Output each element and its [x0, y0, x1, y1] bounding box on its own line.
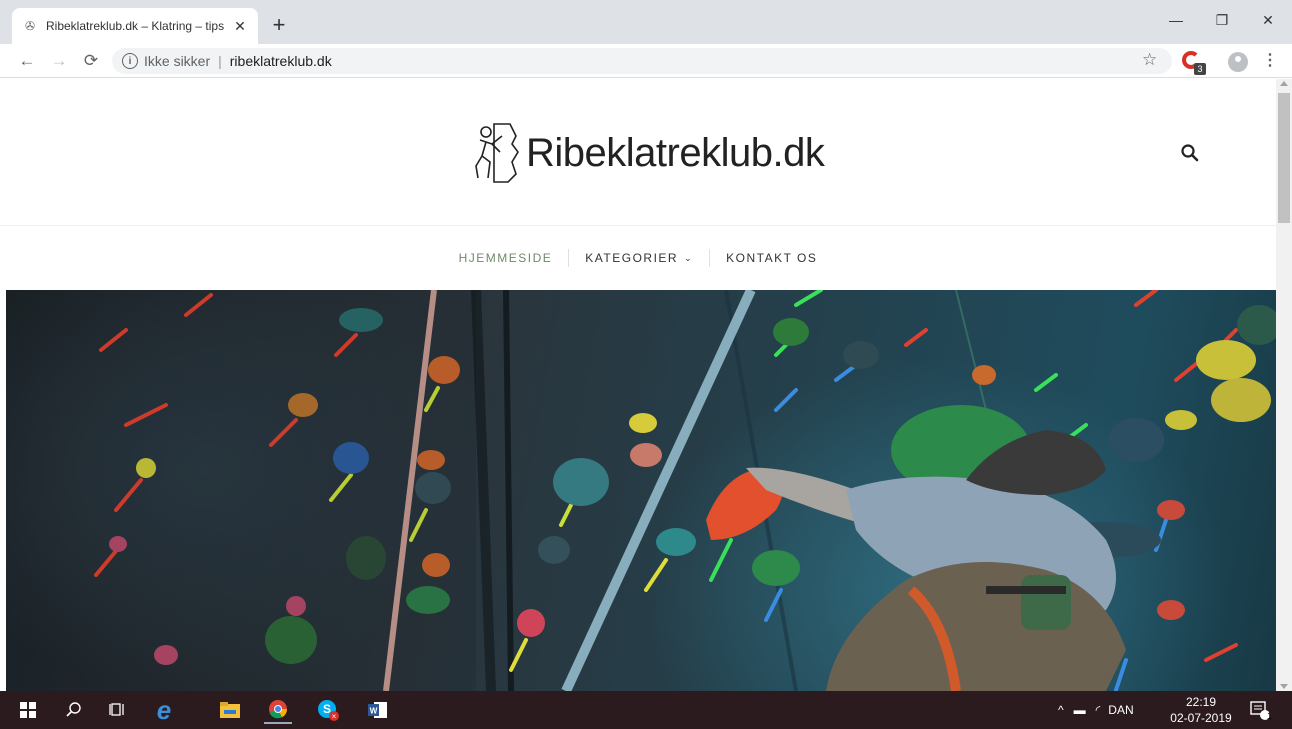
battery-icon[interactable]: ▬ — [1074, 703, 1086, 717]
page-scrollbar[interactable] — [1276, 79, 1292, 691]
security-label: Ikke sikker — [144, 53, 211, 69]
system-tray: ^ ▬ ◜ DAN — [1058, 691, 1134, 729]
close-tab-icon[interactable]: ✕ — [232, 18, 248, 34]
chevron-down-icon: ⌄ — [684, 252, 694, 263]
browser-titlebar: ✇ Ribeklatreklub.dk – Klatring – tips ✕ … — [0, 0, 1292, 44]
minimize-button[interactable]: — — [1153, 6, 1199, 34]
svg-text:W: W — [370, 707, 378, 716]
nav-item-label: KATEGORIER — [585, 251, 679, 265]
nav-item-kategorier[interactable]: KATEGORIER ⌄ — [569, 249, 709, 267]
wifi-icon[interactable]: ◜ — [1096, 703, 1101, 717]
omnibox-separator: | — [218, 53, 222, 69]
nav-item-kontakt-os[interactable]: KONTAKT OS — [710, 249, 833, 267]
search-taskbar-icon[interactable] — [60, 696, 88, 724]
language-indicator[interactable]: DAN — [1108, 703, 1133, 717]
back-button[interactable]: ← — [14, 48, 40, 74]
svg-text:×: × — [332, 712, 337, 721]
windows-start-icon[interactable] — [14, 696, 42, 724]
tab-title: Ribeklatreklub.dk – Klatring – tips — [46, 19, 225, 33]
file-explorer-icon[interactable] — [216, 696, 244, 724]
new-tab-button[interactable]: + — [266, 12, 292, 38]
close-window-button[interactable]: ✕ — [1245, 6, 1291, 34]
address-bar[interactable]: i Ikke sikker | ribeklatreklub.dk — [112, 48, 1172, 74]
clock-date: 02-07-2019 — [1170, 711, 1232, 725]
taskbar-clock[interactable]: 22:19 02-07-2019 — [1166, 694, 1236, 726]
extension-icon[interactable]: 3 — [1182, 51, 1206, 75]
forward-button[interactable]: → — [46, 48, 72, 74]
restore-button[interactable]: ❐ — [1199, 6, 1245, 34]
chevron-up-icon[interactable]: ^ — [1058, 703, 1064, 717]
extension-badge: 3 — [1194, 63, 1206, 75]
clock-time: 22:19 — [1185, 695, 1217, 709]
scroll-down-icon[interactable] — [1280, 684, 1288, 689]
search-icon[interactable] — [1180, 143, 1200, 163]
web-page: Ribeklatreklub.dk HJEMMESIDE KATEGORIER … — [0, 79, 1276, 691]
task-view-icon[interactable] — [104, 696, 132, 724]
climbing-wall-illustration — [6, 290, 1276, 691]
logo-text: Ribeklatreklub.dk — [526, 130, 825, 175]
notification-center-icon[interactable]: 1 — [1246, 696, 1274, 724]
bookmark-star-icon[interactable]: ☆ — [1142, 50, 1157, 70]
info-icon[interactable]: i — [122, 53, 138, 69]
browser-toolbar: ← → ⟳ i Ikke sikker | ribeklatreklub.dk … — [0, 44, 1292, 78]
skype-icon[interactable]: S × — [314, 696, 342, 724]
climber-logo-icon — [475, 123, 519, 183]
scrollbar-thumb[interactable] — [1278, 93, 1290, 223]
chrome-icon[interactable] — [264, 696, 292, 724]
menu-kebab-icon[interactable]: ⋮ — [1262, 50, 1278, 70]
reload-button[interactable]: ⟳ — [78, 48, 104, 74]
nav-item-hjemmeside[interactable]: HJEMMESIDE — [443, 249, 569, 267]
climber-favicon-icon: ✇ — [24, 19, 36, 33]
url-text: ribeklatreklub.dk — [229, 53, 332, 69]
scroll-up-icon[interactable] — [1280, 81, 1288, 86]
internet-explorer-icon[interactable]: e — [150, 695, 178, 725]
site-logo[interactable]: Ribeklatreklub.dk — [472, 121, 825, 185]
site-header: Ribeklatreklub.dk — [0, 79, 1276, 226]
word-icon[interactable]: W — [364, 696, 392, 724]
windows-taskbar: e S × W ^ ▬ ◜ DAN 22:19 02-07-2019 1 — [0, 691, 1292, 729]
hero-image-climbing-wall — [6, 290, 1276, 691]
main-navigation: HJEMMESIDE KATEGORIER ⌄ KONTAKT OS — [0, 227, 1276, 289]
browser-tab[interactable]: ✇ Ribeklatreklub.dk – Klatring – tips ✕ — [12, 8, 258, 44]
profile-avatar-icon[interactable] — [1228, 52, 1248, 72]
notification-count: 1 — [1266, 711, 1272, 721]
